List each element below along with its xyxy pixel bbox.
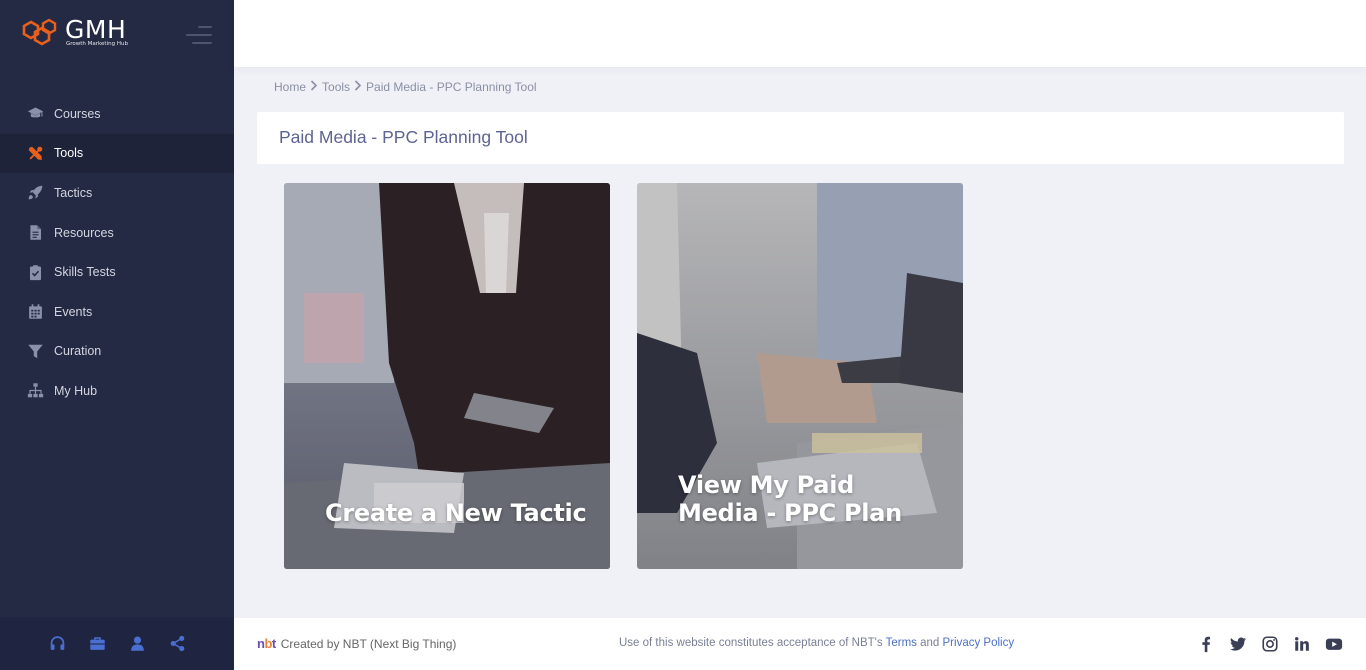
document-icon [26,224,44,242]
breadcrumb-home[interactable]: Home [274,80,306,94]
page-title: Paid Media - PPC Planning Tool [279,127,528,147]
twitter-icon[interactable] [1228,634,1248,654]
youtube-icon[interactable] [1324,634,1344,654]
sidebar-item-label: My Hub [54,383,98,398]
calendar-icon [26,303,44,321]
linkedin-icon[interactable] [1292,634,1312,654]
chevron-right-icon [354,80,362,94]
instagram-icon[interactable] [1260,634,1280,654]
menu-line [192,42,212,44]
sitemap-icon [26,382,44,400]
user-icon[interactable] [128,635,146,653]
breadcrumb: Home Tools Paid Media - PPC Planning Too… [274,80,537,94]
terms-link[interactable]: Terms [886,637,917,649]
sidebar-item-label: Tactics [54,185,93,200]
card-title: View My Paid Media - PPC Plan [678,471,902,527]
sidebar-item-courses[interactable]: Courses [0,94,234,134]
facebook-icon[interactable] [1196,634,1216,654]
sidebar-nav: Courses Tools Tactics Resources Skills T… [0,94,234,411]
social-links [1196,634,1344,654]
sidebar-item-label: Curation [54,344,102,359]
page-footer: nbt Created by NBT (Next Big Thing) Use … [234,618,1366,670]
nbt-logo[interactable]: nbt [257,636,276,651]
clipboard-check-icon [26,263,44,281]
sidebar: GMH Growth Marketing Hub Courses Tools T… [0,0,234,670]
privacy-policy-link[interactable]: Privacy Policy [943,637,1015,649]
tools-icon [26,144,44,162]
share-icon[interactable] [168,635,186,653]
create-new-tactic-card[interactable]: Create a New Tactic [284,183,610,569]
top-header [234,0,1366,67]
chevron-right-icon [310,80,318,94]
sidebar-footer [0,617,234,670]
page-title-card: Paid Media - PPC Planning Tool [257,112,1344,164]
sidebar-item-label: Tools [54,146,84,161]
gmh-logo-icon[interactable] [22,18,58,48]
menu-line [186,34,212,36]
sidebar-item-my-hub[interactable]: My Hub [0,371,234,411]
briefcase-icon[interactable] [88,635,106,653]
headphones-icon[interactable] [48,635,66,653]
graduation-cap-icon [26,105,44,123]
menu-line [198,26,212,28]
filter-icon [26,342,44,360]
breadcrumb-tools[interactable]: Tools [322,80,350,94]
brand-tagline: Growth Marketing Hub [66,41,128,47]
view-paid-media-plan-card[interactable]: View My Paid Media - PPC Plan [637,183,963,569]
sidebar-item-skills-tests[interactable]: Skills Tests [0,252,234,292]
card-title: Create a New Tactic [325,499,587,527]
brand: GMH Growth Marketing Hub [0,0,234,70]
legal-notice-text: Use of this website constitutes acceptan… [619,637,886,649]
breadcrumb-current: Paid Media - PPC Planning Tool [366,80,537,94]
created-by-text: Created by NBT (Next Big Thing) [280,636,457,651]
sidebar-item-label: Events [54,304,93,319]
sidebar-item-resources[interactable]: Resources [0,213,234,253]
brand-name[interactable]: GMH [65,15,126,44]
sidebar-item-label: Resources [54,225,114,240]
sidebar-item-tactics[interactable]: Tactics [0,173,234,213]
rocket-icon [26,184,44,202]
legal-and-text: and [916,637,943,649]
menu-toggle-button[interactable] [186,26,212,46]
footer-credits: nbt Created by NBT (Next Big Thing) [257,636,456,651]
legal-notice: Use of this website constitutes acceptan… [619,637,1014,649]
sidebar-item-events[interactable]: Events [0,292,234,332]
sidebar-item-label: Courses [54,106,101,121]
sidebar-item-curation[interactable]: Curation [0,332,234,372]
sidebar-item-tools[interactable]: Tools [0,133,234,174]
sidebar-item-label: Skills Tests [54,265,116,280]
